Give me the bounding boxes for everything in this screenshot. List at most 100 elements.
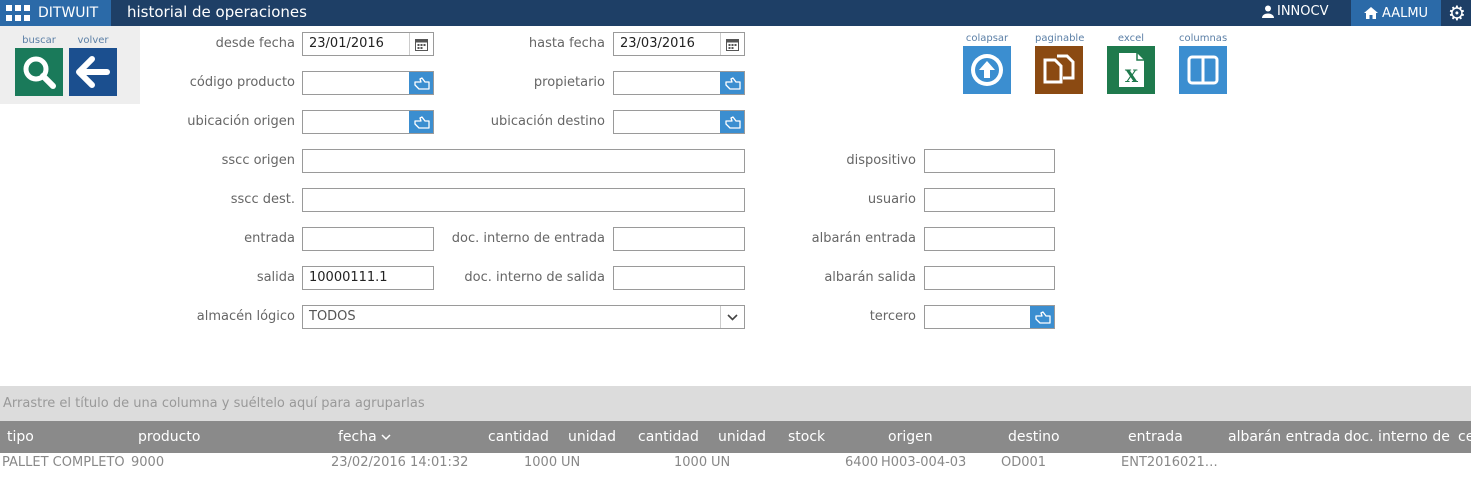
columns-tool[interactable]: columnas xyxy=(1179,32,1227,94)
cell-cantidad: 1000 xyxy=(524,455,558,470)
collapse-tool[interactable]: colapsar xyxy=(963,32,1011,94)
hasta-fecha-label: hasta fecha xyxy=(528,36,605,51)
cell-destino: OD001 xyxy=(1001,455,1047,470)
almacen-logico-select[interactable]: TODOS xyxy=(302,305,745,329)
column-header-stock[interactable]: stock xyxy=(788,421,825,453)
column-header-truncated[interactable]: ce xyxy=(1458,421,1471,453)
usuario-label: usuario xyxy=(867,192,916,207)
copy-pages-icon xyxy=(1043,54,1075,84)
propietario-input[interactable] xyxy=(613,71,745,95)
ubicacion-destino-input[interactable] xyxy=(613,110,745,134)
tercero-label: tercero xyxy=(869,309,916,324)
top-bar: DITWUIT historial de operaciones INNOCV … xyxy=(0,0,1471,26)
cell-origen: H003-004-03 xyxy=(881,455,967,470)
user-icon xyxy=(1262,5,1274,18)
usuario-input[interactable] xyxy=(924,188,1055,212)
salida-label: salida xyxy=(256,270,295,285)
albaran-salida-label: albarán salida xyxy=(824,270,916,285)
dispositivo-input[interactable] xyxy=(924,149,1055,173)
user-name: INNOCV xyxy=(1277,4,1329,19)
calendar-icon[interactable] xyxy=(409,33,433,55)
albaran-entrada-input[interactable] xyxy=(924,227,1055,251)
pointer-hand-icon[interactable] xyxy=(409,72,433,94)
gear-icon[interactable]: ⚙ xyxy=(1447,2,1467,24)
column-header-unidad[interactable]: unidad xyxy=(568,421,616,453)
paginable-button[interactable] xyxy=(1035,46,1083,94)
hasta-fecha-value: 23/03/2016 xyxy=(620,36,695,51)
column-header-destino[interactable]: destino xyxy=(1008,421,1060,453)
pointer-hand-icon[interactable] xyxy=(409,111,433,133)
cell-entrada: ENT2016021… xyxy=(1121,455,1218,470)
salida-value: 10000111.1 xyxy=(309,270,388,285)
app-menu-button[interactable]: DITWUIT xyxy=(0,0,111,26)
desde-fecha-input[interactable]: 23/01/2016 xyxy=(302,32,434,56)
cell-cantidad-2: 1000 xyxy=(674,455,708,470)
tenant-button[interactable]: AALMU xyxy=(1351,0,1441,26)
calendar-icon[interactable] xyxy=(720,33,744,55)
collapse-button[interactable] xyxy=(963,46,1011,94)
cell-unidad: UN xyxy=(561,455,581,470)
entrada-input[interactable] xyxy=(302,227,434,251)
almacen-logico-label: almacén lógico xyxy=(196,309,295,324)
table-row[interactable]: PALLET COMPLETO 9000 23/02/2016 14:01:32… xyxy=(0,453,1471,473)
hasta-fecha-input[interactable]: 23/03/2016 xyxy=(613,32,745,56)
column-header-cantidad-2[interactable]: cantidad xyxy=(638,421,699,453)
ubicacion-origen-input[interactable] xyxy=(302,110,434,134)
pointer-hand-icon[interactable] xyxy=(720,111,744,133)
column-header-tipo[interactable]: tipo xyxy=(7,421,34,453)
column-header-entrada[interactable]: entrada xyxy=(1128,421,1183,453)
search-label: buscar xyxy=(22,35,56,46)
column-header-producto[interactable]: producto xyxy=(138,421,200,453)
chevron-down-icon[interactable] xyxy=(720,306,744,328)
sscc-dest-input[interactable] xyxy=(302,188,745,212)
pointer-hand-icon[interactable] xyxy=(1030,306,1054,328)
back-label: volver xyxy=(77,35,109,46)
entrada-label: entrada xyxy=(244,231,295,246)
sscc-origen-input[interactable] xyxy=(302,149,745,173)
doc-interno-entrada-input[interactable] xyxy=(613,227,745,251)
page-title: historial de operaciones xyxy=(127,3,307,21)
tercero-input[interactable] xyxy=(924,305,1055,329)
back-tool[interactable]: volver xyxy=(69,34,117,96)
salida-input[interactable]: 10000111.1 xyxy=(302,266,434,290)
grid-header: tipo producto fecha cantidad unidad cant… xyxy=(0,421,1471,453)
column-header-doc-interno-entrada[interactable]: doc. interno de e xyxy=(1344,421,1450,453)
column-header-fecha-label: fecha xyxy=(338,429,377,445)
codigo-producto-label: código producto xyxy=(189,75,295,90)
ubicacion-destino-label: ubicación destino xyxy=(490,114,605,129)
codigo-producto-input[interactable] xyxy=(302,71,434,95)
doc-interno-entrada-label: doc. interno de entrada xyxy=(451,231,605,246)
user-menu[interactable]: INNOCV xyxy=(1262,4,1329,19)
back-button[interactable] xyxy=(69,48,117,96)
cell-tipo: PALLET COMPLETO xyxy=(2,455,125,470)
desde-fecha-label: desde fecha xyxy=(215,36,295,51)
sscc-dest-label: sscc dest. xyxy=(230,192,295,207)
sort-descending-icon xyxy=(381,433,391,440)
columns-button[interactable] xyxy=(1179,46,1227,94)
excel-icon: X xyxy=(1119,53,1144,87)
brand-name: DITWUIT xyxy=(38,5,99,21)
paginable-tool[interactable]: paginable xyxy=(1035,32,1084,94)
svg-text:X: X xyxy=(1125,67,1139,87)
excel-tool[interactable]: excel X xyxy=(1107,32,1155,94)
dispositivo-label: dispositivo xyxy=(846,153,916,168)
home-icon xyxy=(1363,7,1378,19)
search-tool[interactable]: buscar xyxy=(15,34,63,96)
almacen-logico-value: TODOS xyxy=(309,309,356,324)
column-header-albaran-entrada[interactable]: albarán entrada xyxy=(1228,421,1340,453)
column-header-cantidad[interactable]: cantidad xyxy=(488,421,549,453)
doc-interno-salida-input[interactable] xyxy=(613,266,745,290)
albaran-salida-input[interactable] xyxy=(924,266,1055,290)
column-header-unidad-2[interactable]: unidad xyxy=(718,421,766,453)
cell-producto: 9000 xyxy=(131,455,165,470)
columns-icon xyxy=(1187,55,1219,85)
column-header-fecha[interactable]: fecha xyxy=(338,421,391,453)
search-button[interactable] xyxy=(15,48,63,96)
column-header-origen[interactable]: origen xyxy=(888,421,933,453)
propietario-label: propietario xyxy=(533,75,605,90)
pointer-hand-icon[interactable] xyxy=(720,72,744,94)
group-by-drop-zone[interactable]: Arrastre el título de una columna y suél… xyxy=(0,386,1471,421)
excel-button[interactable]: X xyxy=(1107,46,1155,94)
cell-unidad-2: UN xyxy=(711,455,731,470)
arrow-up-circle-icon xyxy=(971,54,1003,86)
